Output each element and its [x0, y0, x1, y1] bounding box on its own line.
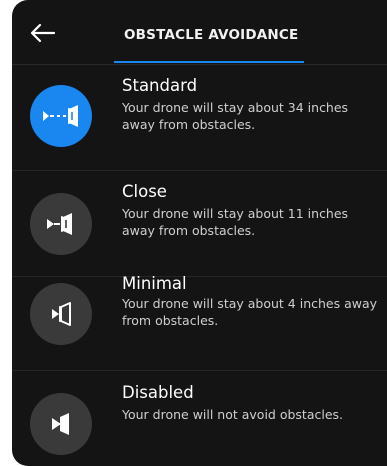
phone-screen: OBSTACLE AVOIDANCE Standard Your drone w…: [12, 0, 387, 466]
standard-distance-icon: [30, 85, 92, 147]
header: OBSTACLE AVOIDANCE: [12, 0, 387, 65]
option-minimal[interactable]: Minimal Your drone will stay about 4 inc…: [12, 265, 387, 371]
title-underline: [114, 61, 304, 63]
back-arrow-icon: [30, 23, 56, 43]
option-description: Your drone will stay about 34 inches awa…: [122, 100, 349, 132]
back-button[interactable]: [28, 22, 56, 44]
option-label: Disabled: [122, 383, 194, 402]
option-close[interactable]: Close Your drone will stay about 11 inch…: [12, 171, 387, 277]
option-disabled[interactable]: Disabled Your drone will not avoid obsta…: [12, 371, 387, 466]
option-description: Your drone will stay about 11 inches awa…: [122, 206, 349, 238]
minimal-distance-icon: [30, 283, 92, 345]
close-distance-icon: [30, 193, 92, 255]
option-description: Your drone will stay about 4 inches away…: [122, 296, 378, 328]
option-label: Close: [122, 182, 167, 201]
option-description: Your drone will not avoid obstacles.: [122, 407, 344, 422]
page-title: OBSTACLE AVOIDANCE: [124, 27, 299, 43]
option-label: Standard: [122, 76, 198, 95]
option-standard[interactable]: Standard Your drone will stay about 34 i…: [12, 65, 387, 171]
disabled-avoidance-icon: [30, 393, 92, 455]
option-label: Minimal: [122, 274, 187, 293]
